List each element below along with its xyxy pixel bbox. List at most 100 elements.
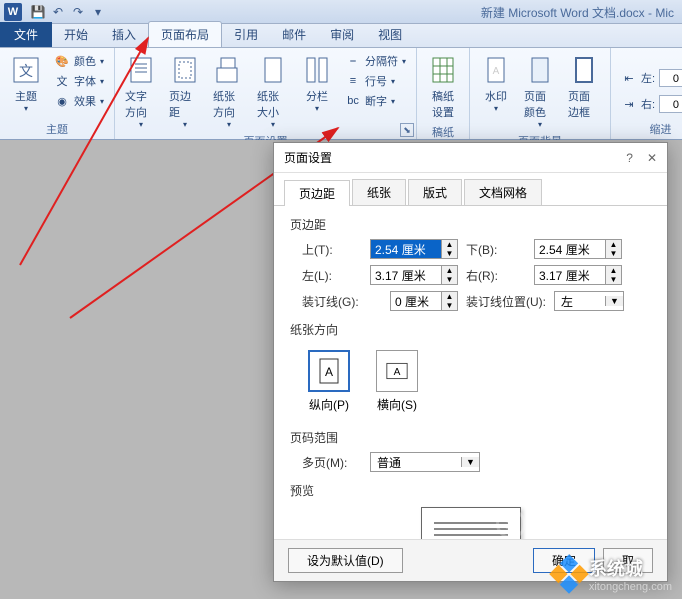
line-numbers-icon: ≡ — [345, 73, 361, 89]
columns-icon — [301, 54, 333, 86]
breaks-button[interactable]: ⎯分隔符▾ — [341, 52, 410, 70]
dialog-titlebar: 页面设置 ? ✕ — [274, 143, 667, 173]
breaks-icon: ⎯ — [345, 53, 361, 69]
margins-fieldset-title: 页边距 — [290, 216, 651, 233]
dialog-tab-layout[interactable]: 版式 — [408, 179, 462, 205]
manuscript-button[interactable]: 稿纸 设置 — [423, 52, 463, 122]
svg-text:A: A — [325, 365, 333, 379]
gutter-pos-label: 装订线位置(U): — [466, 293, 546, 310]
margins-button[interactable]: 页边距▾ — [165, 52, 205, 131]
theme-fonts-button[interactable]: 文字体▾ — [50, 72, 108, 90]
tab-insert[interactable]: 插入 — [100, 22, 148, 47]
brand-watermark: 系统城 xitongcheng.com — [555, 555, 672, 593]
dialog-help-icon[interactable]: ? — [626, 151, 633, 165]
orientation-button[interactable]: 纸张方向▾ — [209, 52, 249, 131]
bottom-margin-label: 下(B): — [466, 241, 526, 258]
effects-icon: ◉ — [54, 93, 70, 109]
gutter-pos-combo[interactable]: ▼ — [554, 291, 624, 311]
set-default-button[interactable]: 设为默认值(D) — [288, 548, 403, 573]
indent-right-row: ⇥右:▲▼ — [617, 94, 682, 114]
word-app-icon: W — [4, 3, 22, 21]
save-icon[interactable]: 💾 — [28, 2, 48, 22]
text-direction-button[interactable]: 文字方向▾ — [121, 52, 161, 131]
indent-right-icon: ⇥ — [621, 96, 637, 112]
left-margin-label: 左(L): — [302, 267, 362, 284]
tab-references[interactable]: 引用 — [222, 22, 270, 47]
indent-left-icon: ⇤ — [621, 70, 637, 86]
indent-left-spinner[interactable]: ▲▼ — [659, 69, 682, 87]
dialog-tab-margins[interactable]: 页边距 — [284, 180, 350, 206]
top-margin-spinner[interactable]: ▲▼ — [370, 239, 458, 259]
line-numbers-button[interactable]: ≡行号▾ — [341, 72, 410, 90]
themes-label: 主题 — [15, 88, 37, 104]
tab-page-layout[interactable]: 页面布局 — [148, 21, 222, 47]
theme-effects-button[interactable]: ◉效果▾ — [50, 92, 108, 110]
page-borders-icon — [568, 54, 600, 86]
dialog-close-icon[interactable]: ✕ — [647, 151, 657, 165]
quick-access-toolbar: W 💾 ↶ ↷ ▾ 新建 Microsoft Word 文档.docx - Mi… — [0, 0, 682, 24]
manuscript-icon — [427, 54, 459, 86]
right-margin-label: 右(R): — [466, 267, 526, 284]
orientation-fieldset-title: 纸张方向 — [290, 321, 651, 338]
svg-text:文: 文 — [19, 63, 33, 79]
group-themes-label: 主题 — [6, 119, 108, 137]
tab-file[interactable]: 文件 — [0, 22, 52, 47]
page-setup-launcher[interactable]: ⬊ — [400, 123, 414, 137]
colors-icon: 🎨 — [54, 53, 70, 69]
ribbon-tabs: 文件 开始 插入 页面布局 引用 邮件 审阅 视图 — [0, 24, 682, 48]
brand-logo-icon — [549, 554, 589, 594]
redo-icon[interactable]: ↷ — [68, 2, 88, 22]
size-button[interactable]: 纸张大小▾ — [253, 52, 293, 131]
right-margin-spinner[interactable]: ▲▼ — [534, 265, 622, 285]
group-page-background: A水印▾ 页面颜色▾ 页面边框 页面背景 — [470, 48, 611, 139]
gutter-spinner[interactable]: ▲▼ — [390, 291, 458, 311]
themes-button[interactable]: 文 主题 ▾ — [6, 52, 46, 119]
orientation-fieldset: 纸张方向 A 纵向(P) A 横向(S) — [290, 321, 651, 419]
svg-text:A: A — [394, 367, 401, 378]
ribbon: 文 主题 ▾ 🎨颜色▾ 文字体▾ ◉效果▾ 主题 文字方向▾ 页边距▾ 纸张方向… — [0, 48, 682, 140]
chevron-down-icon[interactable]: ▼ — [605, 296, 623, 306]
hyphenation-button[interactable]: bc断字▾ — [341, 92, 410, 110]
page-color-button[interactable]: 页面颜色▾ — [520, 52, 560, 131]
indent-right-spinner[interactable]: ▲▼ — [659, 95, 682, 113]
page-range-title: 页码范围 — [290, 429, 651, 446]
qat-customize-icon[interactable]: ▾ — [88, 2, 108, 22]
columns-button[interactable]: 分栏▾ — [297, 52, 337, 131]
gutter-label: 装订线(G): — [302, 293, 382, 310]
margins-icon — [169, 54, 201, 86]
theme-colors-button[interactable]: 🎨颜色▾ — [50, 52, 108, 70]
orientation-icon — [213, 54, 245, 86]
bottom-margin-spinner[interactable]: ▲▼ — [534, 239, 622, 259]
tab-mailings[interactable]: 邮件 — [270, 22, 318, 47]
page-color-icon — [524, 54, 556, 86]
tab-view[interactable]: 视图 — [366, 22, 414, 47]
svg-text:A: A — [493, 66, 500, 77]
multi-page-combo[interactable]: ▼ — [370, 452, 480, 472]
multi-page-label: 多页(M): — [302, 454, 362, 471]
margins-fieldset: 页边距 上(T): ▲▼ 下(B): ▲▼ 左(L): ▲▼ 右(R): ▲▼ … — [290, 216, 651, 311]
tab-home[interactable]: 开始 — [52, 22, 100, 47]
chevron-down-icon[interactable]: ▼ — [461, 457, 479, 467]
orientation-portrait[interactable]: A 纵向(P) — [302, 344, 356, 419]
hyphenation-icon: bc — [345, 93, 361, 109]
left-margin-spinner[interactable]: ▲▼ — [370, 265, 458, 285]
group-themes: 文 主题 ▾ 🎨颜色▾ 文字体▾ ◉效果▾ 主题 — [0, 48, 115, 139]
page-range-fieldset: 页码范围 多页(M): ▼ — [290, 429, 651, 472]
orientation-landscape[interactable]: A 横向(S) — [370, 344, 424, 419]
group-manuscript: 稿纸 设置 稿纸 — [417, 48, 470, 139]
group-manuscript-label: 稿纸 — [423, 122, 463, 140]
undo-icon[interactable]: ↶ — [48, 2, 68, 22]
page-borders-button[interactable]: 页面边框 — [564, 52, 604, 131]
sogou-watermark: S搜狗指南 — [496, 509, 612, 539]
group-indent: ⇤左:▲▼ ⇥右:▲▼ 缩进 — [611, 48, 682, 139]
fonts-icon: 文 — [54, 73, 70, 89]
preview-title: 预览 — [290, 482, 651, 499]
group-indent-label: 缩进 — [617, 119, 682, 137]
dialog-tab-paper[interactable]: 纸张 — [352, 179, 406, 205]
tab-review[interactable]: 审阅 — [318, 22, 366, 47]
dialog-title: 页面设置 — [284, 149, 332, 166]
top-margin-label: 上(T): — [302, 241, 362, 258]
dialog-body: 页边距 上(T): ▲▼ 下(B): ▲▼ 左(L): ▲▼ 右(R): ▲▼ … — [274, 206, 667, 539]
dialog-tab-grid[interactable]: 文档网格 — [464, 179, 542, 205]
watermark-button[interactable]: A水印▾ — [476, 52, 516, 131]
